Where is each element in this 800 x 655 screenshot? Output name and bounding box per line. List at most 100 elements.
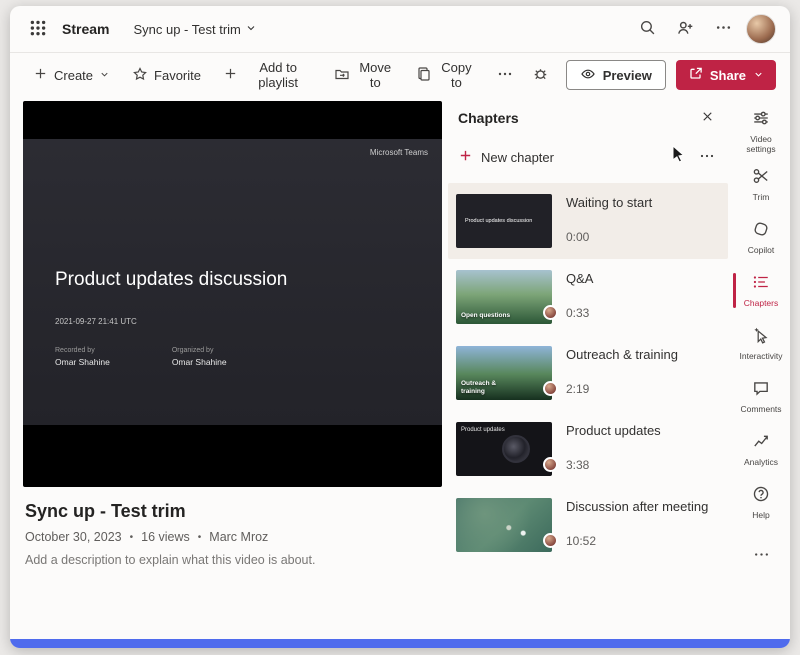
more-horizontal-icon	[699, 148, 715, 167]
right-rail: Video settings Trim Copilot	[732, 97, 790, 596]
chapter-text: Product updates 3:38	[564, 422, 661, 476]
meta-separator: •	[130, 532, 134, 543]
more-horizontal-icon	[497, 66, 513, 85]
chapter-text: Q&A 0:33	[564, 270, 593, 324]
chapter-text: Outreach & training 2:19	[564, 346, 678, 400]
chart-icon	[752, 432, 770, 453]
camera-lens-graphic	[502, 435, 530, 463]
chapter-time: 10:52	[566, 534, 708, 548]
topbar-more-button[interactable]	[708, 14, 738, 44]
chapter-list: Product updates discussion Waiting to st…	[448, 183, 728, 563]
user-avatar[interactable]	[746, 14, 776, 44]
thumbnail-image: Product updates	[456, 422, 552, 476]
chapter-row[interactable]: Product updates discussion Waiting to st…	[448, 183, 728, 259]
rail-item-trim[interactable]: Trim	[732, 158, 790, 211]
rail-item-analytics[interactable]: Analytics	[732, 423, 790, 476]
chapter-text: Discussion after meeting 10:52	[564, 498, 708, 552]
chapter-time: 0:00	[566, 230, 652, 244]
chevron-down-icon	[753, 68, 764, 83]
share-button[interactable]: Share	[676, 60, 776, 90]
search-icon	[639, 19, 656, 39]
organized-by-label: Organized by	[172, 347, 227, 354]
create-button[interactable]: Create	[24, 60, 119, 90]
stream-window: Stream Sync up - Test trim	[10, 6, 790, 648]
presenter-avatar	[543, 533, 558, 548]
toolbar-more-button[interactable]	[488, 60, 522, 91]
star-icon	[132, 66, 148, 85]
debug-button[interactable]	[526, 60, 556, 90]
copy-to-label: Copy to	[438, 60, 475, 90]
chapter-title: Product updates	[566, 423, 661, 438]
thumbnail-caption: Open questions	[461, 312, 510, 320]
rail-item-interactivity[interactable]: Interactivity	[732, 317, 790, 370]
rail-item-chapters[interactable]: Chapters	[732, 264, 790, 317]
document-title-dropdown[interactable]: Sync up - Test trim	[133, 22, 256, 37]
invite-people-button[interactable]	[670, 14, 700, 44]
chapter-thumbnail: Outreach & training	[456, 346, 552, 400]
favorite-button[interactable]: Favorite	[123, 60, 210, 91]
chapter-thumbnail: Product updates	[456, 422, 552, 476]
video-date: October 30, 2023	[25, 530, 122, 544]
chapters-panel-header: Chapters	[448, 97, 728, 139]
move-to-label: Move to	[356, 60, 394, 90]
waffle-menu-button[interactable]	[24, 15, 52, 43]
chapter-thumbnail: Product updates discussion	[456, 194, 552, 248]
bug-icon	[532, 65, 549, 85]
rail-item-copilot[interactable]: Copilot	[732, 211, 790, 264]
chapter-time: 2:19	[566, 382, 678, 396]
chapter-row[interactable]: Outreach & training Outreach & training …	[448, 335, 728, 411]
new-chapter-button[interactable]: New chapter	[458, 148, 554, 166]
cursor-sparkle-icon	[752, 326, 770, 347]
rail-more-button[interactable]	[746, 541, 776, 571]
thumbnail-caption: Outreach & training	[461, 380, 513, 396]
new-chapter-label: New chapter	[481, 150, 554, 165]
close-icon	[700, 109, 715, 127]
preview-button[interactable]: Preview	[566, 60, 666, 90]
presenter-avatar	[543, 457, 558, 472]
chapter-row[interactable]: Product updates Product updates 3:38	[448, 411, 728, 487]
document-title: Sync up - Test trim	[133, 22, 240, 37]
copy-to-button[interactable]: Copy to	[407, 54, 484, 96]
chapter-title: Discussion after meeting	[566, 499, 708, 514]
plus-icon	[458, 148, 473, 166]
more-horizontal-icon	[753, 546, 770, 566]
thumbnail-caption: Product updates discussion	[456, 218, 532, 224]
share-label: Share	[710, 68, 746, 83]
rail-item-help[interactable]: Help	[732, 476, 790, 529]
copilot-icon	[752, 220, 770, 241]
chapter-row[interactable]: Discussion after meeting 10:52	[448, 487, 728, 563]
chapter-thumbnail: Open questions	[456, 270, 552, 324]
active-indicator	[733, 273, 736, 308]
rail-item-video-settings[interactable]: Video settings	[732, 105, 790, 158]
top-bar: Stream Sync up - Test trim	[10, 6, 790, 52]
thumbnail-image: Open questions	[456, 270, 552, 324]
organized-by-block: Organized by Omar Shahine	[172, 347, 227, 367]
chapters-panel-title: Chapters	[458, 110, 519, 126]
close-panel-button[interactable]	[692, 103, 722, 133]
video-description[interactable]: Add a description to explain what this v…	[25, 553, 438, 567]
teams-watermark: Microsoft Teams	[370, 148, 428, 157]
waffle-icon	[29, 19, 47, 40]
move-to-button[interactable]: Move to	[325, 54, 403, 96]
folder-move-icon	[334, 66, 350, 85]
rail-item-label: Help	[752, 510, 769, 520]
slide-people: Recorded by Omar Shahine Organized by Om…	[55, 347, 227, 367]
topbar-actions	[632, 14, 776, 44]
chapter-time: 0:33	[566, 306, 593, 320]
video-title: Sync up - Test trim	[25, 501, 438, 522]
video-player[interactable]: Microsoft Teams Product updates discussi…	[23, 101, 442, 487]
bottom-accent-bar	[10, 639, 790, 648]
search-button[interactable]	[632, 14, 662, 44]
rail-item-comments[interactable]: Comments	[732, 370, 790, 423]
help-icon	[752, 485, 770, 506]
chapter-row[interactable]: Open questions Q&A 0:33	[448, 259, 728, 335]
preview-label: Preview	[603, 68, 652, 83]
presenter-avatar	[543, 381, 558, 396]
chapters-more-button[interactable]	[692, 142, 722, 172]
video-info: Sync up - Test trim October 30, 2023 • 1…	[23, 487, 442, 567]
video-author[interactable]: Marc Mroz	[209, 530, 268, 544]
copy-icon	[416, 66, 432, 85]
add-to-playlist-button[interactable]: Add to playlist	[214, 54, 321, 96]
sliders-icon	[752, 109, 770, 130]
scissors-icon	[752, 167, 770, 188]
